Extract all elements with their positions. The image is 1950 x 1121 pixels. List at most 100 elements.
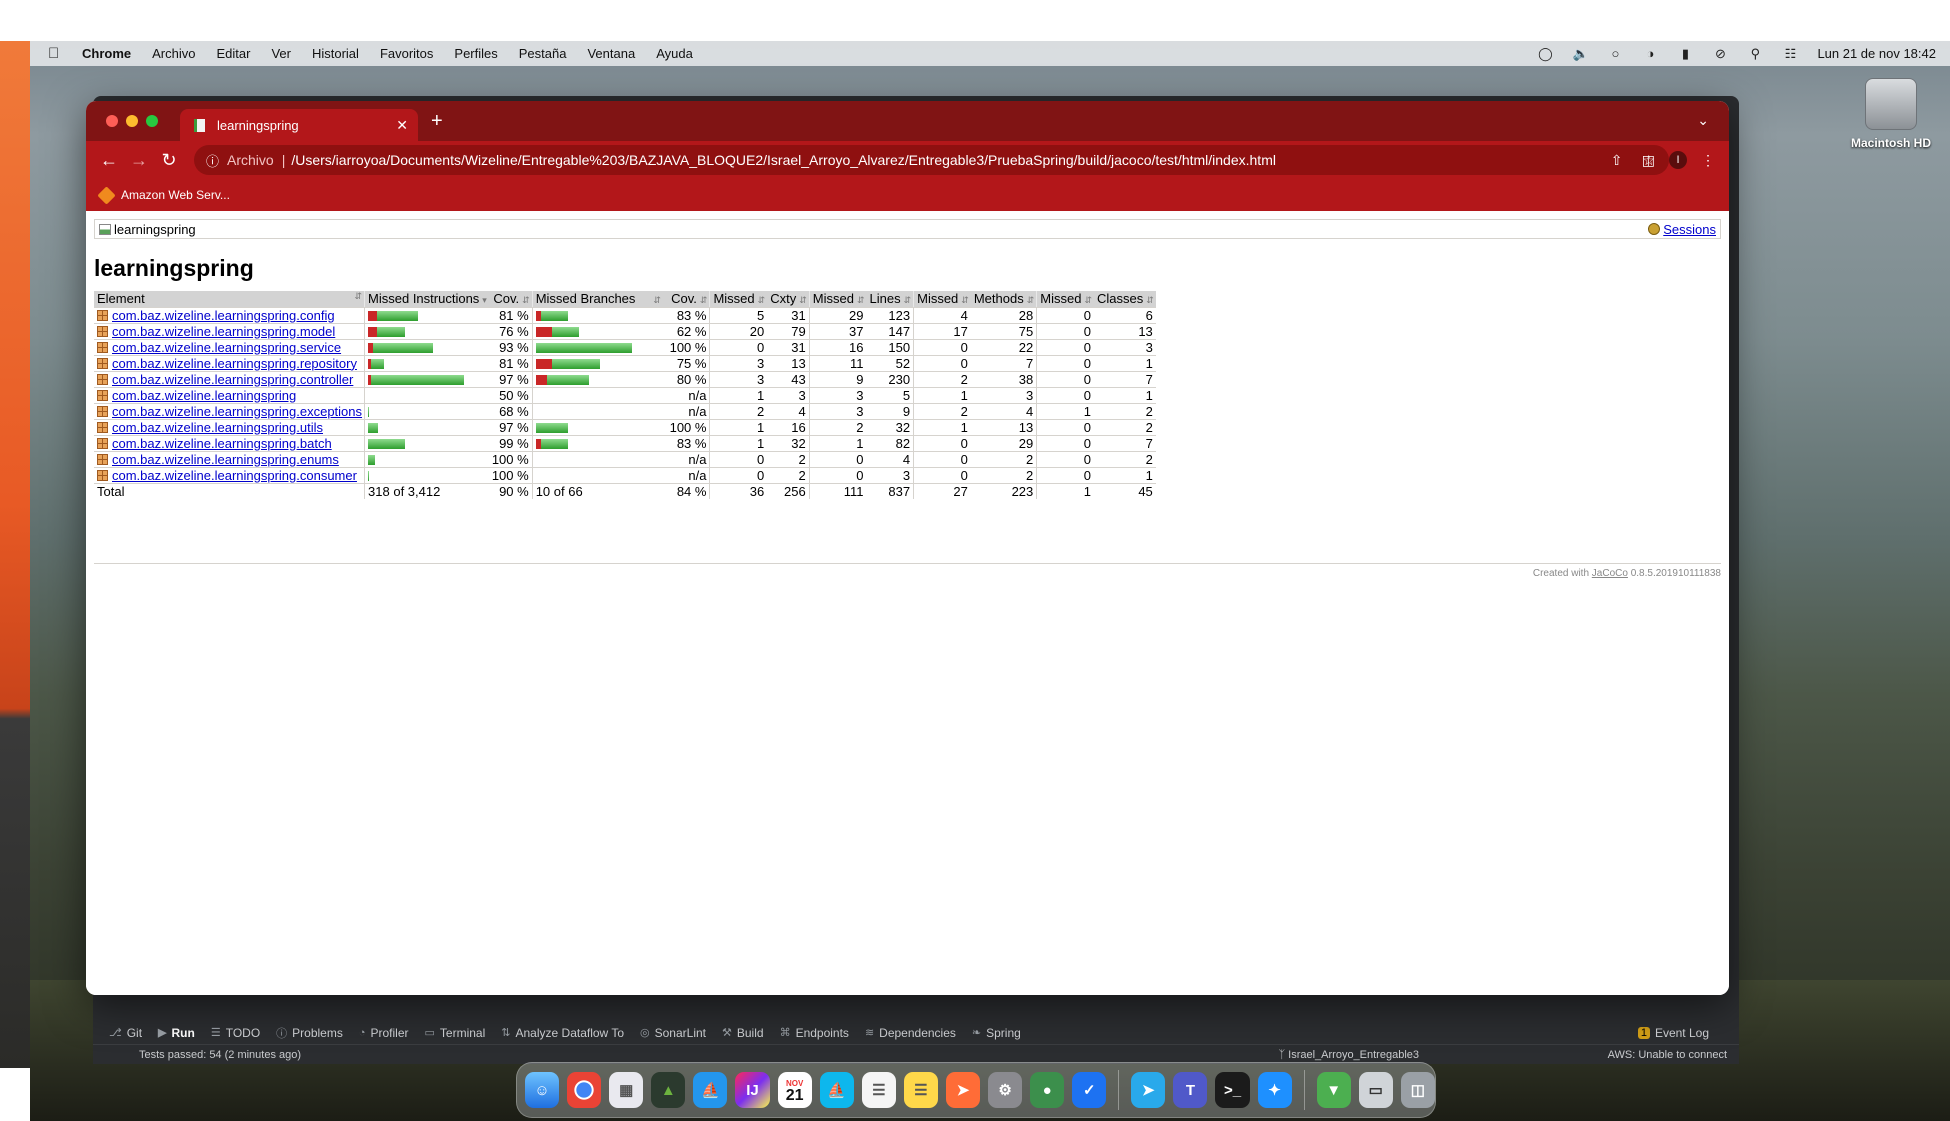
window-close-button[interactable] xyxy=(106,115,118,127)
hard-drive-icon[interactable] xyxy=(1865,78,1917,130)
volume-icon[interactable]: 🔈 xyxy=(1572,46,1588,62)
more-menu-icon[interactable]: ⋮ xyxy=(1701,152,1715,169)
tool-window-problems[interactable]: ⓘ Problems xyxy=(276,1025,343,1041)
column-header-instr-cov[interactable]: Cov. ⇵ xyxy=(488,291,533,308)
tab-close-icon[interactable]: ✕ xyxy=(396,117,408,134)
calendar-icon[interactable]: NOV 21 xyxy=(777,1072,812,1108)
reminders-icon[interactable]: ☰ xyxy=(861,1072,896,1108)
chrome-icon[interactable] xyxy=(567,1072,602,1108)
package-link[interactable]: com.baz.wizeline.learningspring.config xyxy=(112,308,335,323)
menu-ayuda[interactable]: Ayuda xyxy=(656,46,693,61)
teams-icon[interactable]: T xyxy=(1173,1072,1208,1108)
browser-tab-active[interactable]: learningspring ✕ xyxy=(180,109,418,141)
site-info-icon[interactable]: ⓘ xyxy=(206,151,219,170)
package-link[interactable]: com.baz.wizeline.learningspring.exceptio… xyxy=(112,404,362,419)
launchpad-icon[interactable]: ▦ xyxy=(609,1072,644,1108)
package-link[interactable]: com.baz.wizeline.learningspring.reposito… xyxy=(112,356,357,371)
package-link[interactable]: com.baz.wizeline.learningspring.utils xyxy=(112,420,323,435)
shield-icon[interactable]: ◑ xyxy=(1642,46,1658,61)
column-header-missed-methods[interactable]: Missed ⇵ xyxy=(913,291,971,308)
bookmark-aws[interactable]: Amazon Web Serv... xyxy=(97,185,230,205)
apple-menu-icon[interactable]:  xyxy=(48,45,68,62)
profile-avatar[interactable]: I xyxy=(1669,151,1687,169)
column-header-missed-branches[interactable]: Missed Branches ⇵ xyxy=(532,291,663,308)
column-header-methods[interactable]: Methods ⇵ xyxy=(970,291,1038,308)
postman-icon[interactable]: ➤ xyxy=(945,1072,981,1108)
downloads-folder-icon[interactable]: ▼ xyxy=(1316,1072,1351,1108)
address-url[interactable]: /Users/iarroyoa/Documents/Wizeline/Entre… xyxy=(291,152,1276,168)
intellij-icon[interactable]: IJ xyxy=(735,1072,770,1108)
tool-window-sonarlint[interactable]: ◎ SonarLint xyxy=(640,1026,706,1040)
tool-window-endpoints[interactable]: ⌘ Endpoints xyxy=(780,1026,849,1040)
wifi-off-icon[interactable]: ⊘ xyxy=(1712,46,1728,62)
search-icon[interactable]: ⚲ xyxy=(1747,46,1763,62)
eclipse-icon[interactable]: ● xyxy=(1030,1072,1065,1108)
desktop-disk[interactable]: Macintosh HD xyxy=(1846,78,1936,150)
tool-window-profiler[interactable]: ◔ Profiler xyxy=(359,1026,409,1040)
reload-icon[interactable]: ↻ xyxy=(154,150,184,171)
new-tab-button[interactable]: + xyxy=(431,110,443,133)
tool-window-event-log[interactable]: 1 Event Log xyxy=(1637,1026,1709,1040)
control-center-icon[interactable]: ☷ xyxy=(1782,46,1798,62)
column-header-missed-lines[interactable]: Missed ⇵ xyxy=(809,291,867,308)
tab-search-chevron-icon[interactable]: ⌄ xyxy=(1697,112,1709,129)
menu-app-name[interactable]: Chrome xyxy=(82,46,131,61)
tool-window-todo[interactable]: ☰ TODO xyxy=(211,1026,260,1040)
package-link[interactable]: com.baz.wizeline.learningspring.enums xyxy=(112,452,339,467)
menu-bar-clock[interactable]: Lun 21 de nov 18:42 xyxy=(1817,46,1936,61)
recent-window-icon[interactable]: ▭ xyxy=(1358,1072,1393,1108)
tool-window-build[interactable]: ⚒ Build xyxy=(722,1026,764,1040)
menu-perfiles[interactable]: Perfiles xyxy=(454,46,497,61)
forward-arrow-icon[interactable]: → xyxy=(124,150,154,171)
package-link[interactable]: com.baz.wizeline.learningspring.batch xyxy=(112,436,332,451)
menu-pestana[interactable]: Pestaña xyxy=(519,46,567,61)
menu-ver[interactable]: Ver xyxy=(271,46,291,61)
tool-window-dataflow[interactable]: ⇅ Analyze Dataflow To xyxy=(501,1026,624,1040)
column-header-lines[interactable]: Lines ⇵ xyxy=(866,291,915,308)
battery-icon[interactable]: ▮ xyxy=(1677,46,1693,62)
system-settings-icon[interactable]: ⚙ xyxy=(988,1072,1023,1108)
trash-icon[interactable]: ◫ xyxy=(1400,1072,1435,1108)
terminal-app-icon[interactable]: >_ xyxy=(1215,1072,1250,1108)
column-header-cxty[interactable]: Cxty ⇵ xyxy=(767,291,810,308)
tool-window-run[interactable]: ▶ Run xyxy=(158,1026,195,1040)
safari-icon[interactable]: ✦ xyxy=(1257,1072,1292,1108)
back-arrow-icon[interactable]: ← xyxy=(94,150,124,171)
vpn-globe-icon[interactable]: ○ xyxy=(1607,46,1623,61)
telegram-icon[interactable]: ➤ xyxy=(1131,1072,1166,1108)
menu-archivo[interactable]: Archivo xyxy=(152,46,195,61)
sourcetree-icon[interactable]: ▲ xyxy=(651,1072,686,1108)
sessions-link[interactable]: Sessions xyxy=(1663,222,1716,237)
column-header-classes[interactable]: Classes ⇵ xyxy=(1094,291,1156,308)
aws-status-widget[interactable]: AWS: Unable to connect xyxy=(1608,1049,1727,1061)
tool-window-dependencies[interactable]: ≋ Dependencies xyxy=(865,1026,956,1040)
column-header-missed-instructions[interactable]: Missed Instructions ▾ xyxy=(364,291,489,308)
window-minimize-button[interactable] xyxy=(126,115,138,127)
menu-ventana[interactable]: Ventana xyxy=(587,46,635,61)
accessibility-icon[interactable]: ◯ xyxy=(1537,46,1553,62)
menu-favoritos[interactable]: Favoritos xyxy=(380,46,433,61)
package-link[interactable]: com.baz.wizeline.learningspring xyxy=(112,388,296,403)
package-link[interactable]: com.baz.wizeline.learningspring.consumer xyxy=(112,468,357,483)
side-panel-icon[interactable]: ◫ xyxy=(1642,152,1655,169)
git-branch-widget[interactable]: ᛉ Israel_Arroyo_Entregable3 xyxy=(1278,1049,1419,1061)
finder-icon[interactable]: ☺ xyxy=(525,1072,560,1108)
test-status-text[interactable]: Tests passed: 54 (2 minutes ago) xyxy=(139,1049,301,1061)
column-header-missed-classes[interactable]: Missed ⇵ xyxy=(1036,291,1094,308)
notes-icon[interactable]: ☰ xyxy=(903,1072,938,1108)
tasks-icon[interactable]: ✓ xyxy=(1072,1072,1107,1108)
jacoco-link[interactable]: JaCoCo xyxy=(1592,568,1628,579)
column-header-missed-cxty[interactable]: Missed ⇵ xyxy=(709,291,768,308)
menu-historial[interactable]: Historial xyxy=(312,46,359,61)
column-header-element[interactable]: Element ⇵ xyxy=(94,291,366,308)
package-link[interactable]: com.baz.wizeline.learningspring.controll… xyxy=(112,372,353,387)
address-bar[interactable]: ⓘ Archivo | /Users/iarroyoa/Documents/Wi… xyxy=(194,145,1669,175)
column-header-branch-cov[interactable]: Cov. ⇵ xyxy=(662,291,711,308)
share-icon[interactable]: ⇧ xyxy=(1611,152,1623,169)
tool-window-spring[interactable]: ❧ Spring xyxy=(972,1026,1021,1040)
package-link[interactable]: com.baz.wizeline.learningspring.service xyxy=(112,340,341,355)
menu-editar[interactable]: Editar xyxy=(216,46,250,61)
tool-window-terminal[interactable]: ▭ Terminal xyxy=(425,1026,486,1040)
package-link[interactable]: com.baz.wizeline.learningspring.model xyxy=(112,324,335,339)
tool-window-git[interactable]: ⎇ Git xyxy=(109,1026,142,1040)
